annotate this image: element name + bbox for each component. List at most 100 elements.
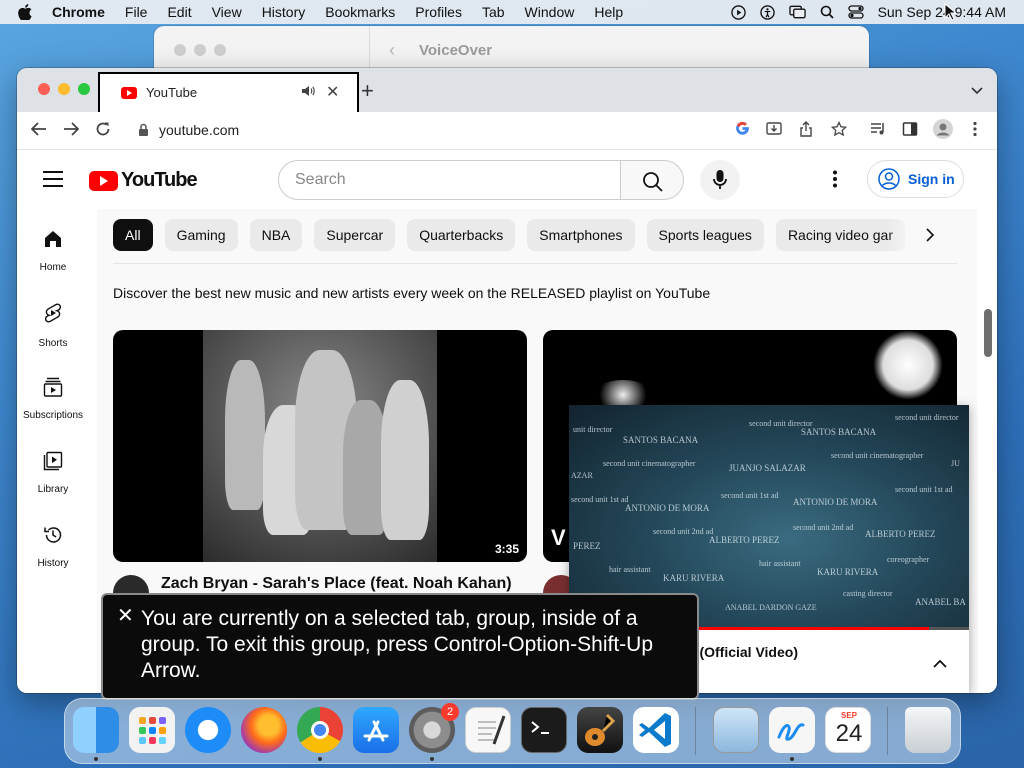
google-lens-icon[interactable] [735, 121, 750, 141]
chip-sports-leagues[interactable]: Sports leagues [646, 219, 764, 251]
sidebar-item-history[interactable]: History [17, 525, 89, 571]
guide-menu-icon[interactable] [43, 171, 63, 192]
screen-mirroring-icon[interactable] [788, 5, 806, 19]
forward-arrow-icon[interactable] [63, 121, 80, 142]
media-control-icon[interactable] [870, 121, 886, 142]
voice-search-button[interactable] [700, 160, 740, 200]
settings-kebab-icon[interactable] [833, 170, 837, 193]
close-window-button[interactable] [38, 83, 50, 95]
expand-chevron-up-icon[interactable] [933, 655, 947, 673]
sidebar-item-home[interactable]: Home [17, 229, 89, 275]
zoom-window-button[interactable] [78, 83, 90, 95]
new-tab-button[interactable]: + [361, 78, 374, 104]
chrome-menu-icon[interactable] [973, 121, 977, 142]
vscode-icon[interactable] [633, 707, 679, 753]
lock-icon[interactable] [138, 123, 149, 142]
share-icon[interactable] [799, 121, 813, 142]
chip-smartphones[interactable]: Smartphones [527, 219, 635, 251]
menu-window[interactable]: Window [525, 4, 575, 20]
menubar-clock[interactable]: Sun Sep 24 9:44 AM [878, 4, 1006, 20]
close-tab-icon[interactable]: ✕ [326, 82, 339, 102]
menu-file[interactable]: File [125, 4, 148, 20]
install-app-icon[interactable] [766, 121, 782, 142]
window-controls [38, 83, 90, 95]
profile-avatar-icon[interactable] [933, 119, 953, 144]
chips-next[interactable] [887, 209, 957, 263]
trash-icon[interactable] [905, 707, 951, 753]
menu-tab[interactable]: Tab [482, 4, 505, 20]
vevo-logo-icon: V [551, 525, 566, 550]
finder-icon[interactable] [73, 707, 119, 753]
search-button[interactable] [620, 160, 684, 200]
notification-badge: 2 [441, 703, 459, 721]
menu-history[interactable]: History [262, 4, 306, 20]
menu-view[interactable]: View [212, 4, 242, 20]
filter-chips: All Gaming NBA Supercar Quarterbacks Sma… [113, 219, 905, 253]
youtube-logo[interactable]: YouTube [89, 169, 198, 192]
voiceover-caption-panel: ✕ You are currently on a selected tab, g… [101, 593, 699, 700]
terminal-icon[interactable] [521, 707, 567, 753]
menu-app-name[interactable]: Chrome [52, 4, 105, 20]
back-arrow-icon[interactable] [30, 121, 47, 142]
promo-text[interactable]: Discover the best new music and new arti… [113, 285, 710, 301]
sidebar-item-subscriptions[interactable]: Subscriptions [17, 377, 89, 423]
sidebar-item-shorts[interactable]: Shorts [17, 303, 89, 351]
browser-toolbar: youtube.com [17, 112, 997, 150]
chip-nba[interactable]: NBA [249, 219, 303, 251]
bookmark-star-icon[interactable] [830, 120, 848, 142]
minimize-window-button[interactable] [58, 83, 70, 95]
page-scrollbar[interactable] [977, 209, 997, 693]
video-thumbnail[interactable]: 3:35 [113, 330, 527, 562]
preview-icon[interactable] [713, 707, 759, 753]
dock: 2 SEP 24 [64, 698, 961, 764]
close-caption-icon[interactable]: ✕ [117, 603, 134, 628]
search-box[interactable] [278, 160, 621, 200]
apple-menu-icon[interactable] [18, 4, 36, 20]
chrome-icon[interactable] [297, 707, 343, 753]
firefox-icon[interactable] [241, 707, 287, 753]
menu-edit[interactable]: Edit [167, 4, 191, 20]
launchpad-icon[interactable] [129, 707, 175, 753]
youtube-sidebar: Home Shorts Subscriptions Library Histor… [17, 209, 97, 693]
microphone-icon [713, 170, 727, 189]
side-panel-icon[interactable] [902, 121, 918, 142]
tab-youtube[interactable]: YouTube ✕ [98, 72, 359, 114]
tab-title: YouTube [146, 85, 198, 100]
scrollbar-thumb[interactable] [984, 309, 992, 357]
accessibility-icon[interactable] [759, 4, 775, 20]
video-title[interactable]: Zach Bryan - Sarah's Place (feat. Noah K… [161, 575, 512, 593]
textedit-icon[interactable] [465, 707, 511, 753]
chip-racing-video-games[interactable]: Racing video gar [775, 219, 905, 251]
menu-bar: Chrome File Edit View History Bookmarks … [0, 0, 1024, 24]
chip-supercar[interactable]: Supercar [314, 219, 396, 251]
audio-playing-icon[interactable] [301, 84, 315, 103]
play-status-icon[interactable] [730, 4, 746, 20]
video-duration: 3:35 [494, 542, 519, 556]
search-input[interactable] [295, 171, 595, 189]
youtube-play-logo-icon [89, 170, 118, 191]
url-text[interactable]: youtube.com [159, 122, 239, 138]
sign-in-button[interactable]: Sign in [867, 160, 964, 198]
freeform-icon[interactable] [769, 707, 815, 753]
spotlight-search-icon[interactable] [820, 5, 834, 19]
sidebar-item-library[interactable]: Library [17, 451, 89, 497]
chip-gaming[interactable]: Gaming [164, 219, 238, 251]
voiceover-caption-text: You are currently on a selected tab, gro… [141, 607, 654, 682]
chip-quarterbacks[interactable]: Quarterbacks [407, 219, 516, 251]
safari-icon[interactable] [185, 707, 231, 753]
menu-profiles[interactable]: Profiles [415, 4, 462, 20]
garageband-icon[interactable] [577, 707, 623, 753]
calendar-icon[interactable]: SEP 24 [825, 707, 871, 753]
menu-help[interactable]: Help [594, 4, 623, 20]
chevron-right-icon [926, 228, 935, 242]
menu-bookmarks[interactable]: Bookmarks [325, 4, 395, 20]
tab-search-chevron-icon[interactable] [971, 82, 983, 100]
app-store-icon[interactable] [353, 707, 399, 753]
back-chevron-icon: ‹ [389, 40, 395, 60]
voiceover-window-buttons [174, 44, 226, 56]
chip-all[interactable]: All [113, 219, 153, 251]
youtube-favicon-icon [121, 87, 137, 99]
control-center-icon[interactable] [847, 5, 864, 19]
reload-icon[interactable] [95, 121, 111, 142]
history-icon [44, 527, 62, 543]
